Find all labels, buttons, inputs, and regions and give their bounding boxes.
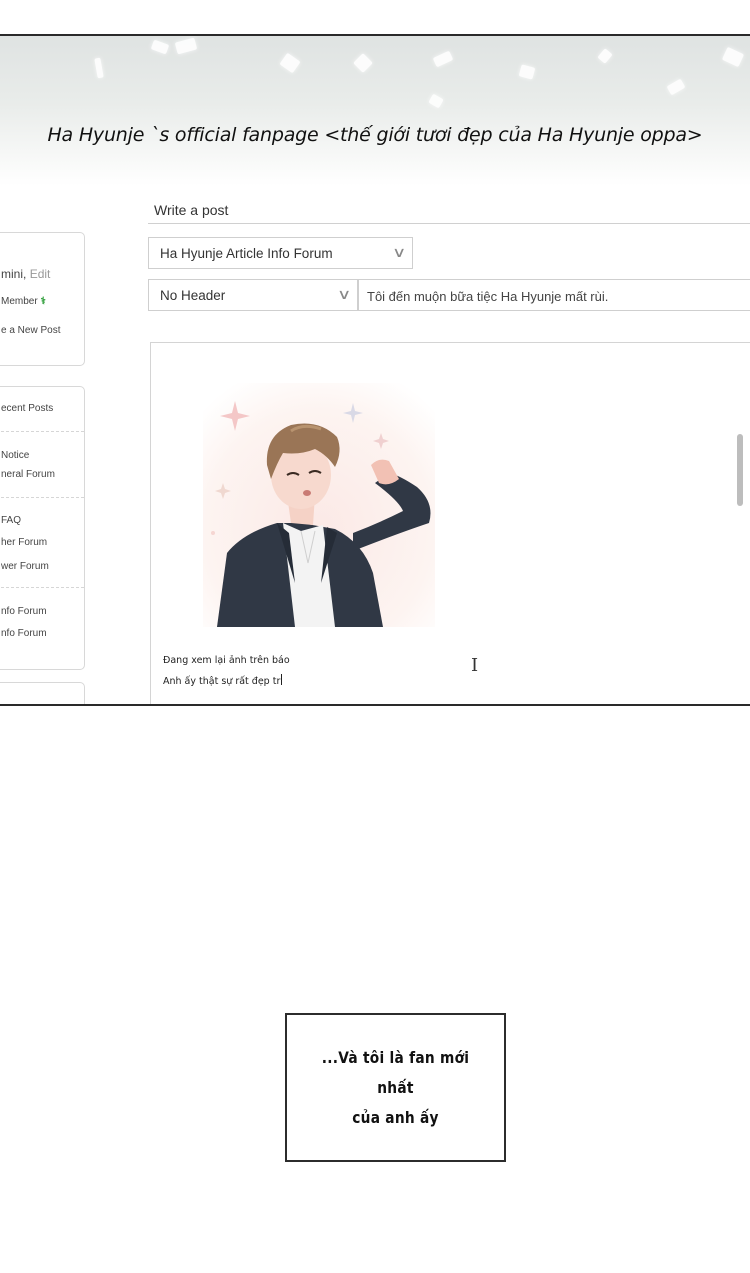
petal-decoration <box>432 50 454 68</box>
post-editor[interactable]: Đang xem lại ảnh trên báo Anh ấy thật sự… <box>150 342 750 704</box>
profile-card: mini, Edit Member ⚕ e a New Post <box>0 232 85 366</box>
narration-box: ...Và tôi là fan mới nhất của anh ấy <box>285 1013 506 1162</box>
sidebar-item-recent-posts[interactable]: ecent Posts <box>1 403 53 414</box>
narration-text: ...Và tôi là fan mới nhất của anh ấy <box>302 1043 489 1133</box>
sidebar-card <box>0 682 85 704</box>
fanpage-banner: Ha Hyunje `s official fanpage <thế giới … <box>0 36 750 186</box>
sidebar-item-info-forum-2[interactable]: nfo Forum <box>1 628 47 639</box>
member-label: Member <box>1 296 38 307</box>
chevron-down-icon: ∨ <box>336 286 352 302</box>
forum-select[interactable]: Ha Hyunje Article Info Forum ∨ <box>148 237 413 269</box>
petal-decoration <box>518 64 536 80</box>
forum-select-value: Ha Hyunje Article Info Forum <box>160 246 333 261</box>
forum-menu-card: ecent Posts Notice neral Forum FAQ her F… <box>0 386 85 670</box>
write-post-heading: Write a post <box>154 202 229 218</box>
sidebar-item-info-forum[interactable]: nfo Forum <box>1 606 47 617</box>
chevron-down-icon: ∨ <box>391 244 407 260</box>
text-cursor <box>281 674 283 685</box>
post-body-line: Đang xem lại ảnh trên báo <box>163 655 290 666</box>
banner-caption: Ha Hyunje `s official fanpage <thế giới … <box>47 124 703 146</box>
header-select-value: No Header <box>160 288 226 303</box>
comic-panel: Ha Hyunje `s official fanpage <thế giới … <box>0 34 750 706</box>
sidebar-item-general-forum[interactable]: neral Forum <box>1 469 55 480</box>
sidebar-item-faq[interactable]: FAQ <box>1 515 21 526</box>
post-title-value: Tôi đến muộn bữa tiệc Ha Hyunje mất rùi. <box>367 289 609 304</box>
petal-decoration <box>666 78 686 96</box>
petal-decoration <box>428 93 444 109</box>
post-body-line: Anh ấy thật sự rất đẹp tr <box>163 674 283 687</box>
petal-decoration <box>279 52 301 74</box>
sidebar-item-other-forum[interactable]: her Forum <box>1 537 47 548</box>
write-new-post-link[interactable]: e a New Post <box>1 325 60 336</box>
header-select[interactable]: No Header ∨ <box>148 279 358 311</box>
divider <box>1 497 84 498</box>
petal-decoration <box>94 57 104 79</box>
petal-decoration <box>174 37 198 55</box>
divider <box>148 223 750 224</box>
petal-decoration <box>353 53 373 73</box>
sprout-icon: ⚕ <box>40 296 46 307</box>
inserted-photo <box>203 383 435 627</box>
petal-decoration <box>597 48 613 64</box>
profile-name: mini, <box>1 267 27 281</box>
petal-decoration <box>721 46 745 68</box>
petal-decoration <box>150 39 170 55</box>
sidebar-item-power-forum[interactable]: wer Forum <box>1 561 49 572</box>
post-title-input[interactable]: Tôi đến muộn bữa tiệc Ha Hyunje mất rùi. <box>358 279 750 311</box>
ibeam-cursor-icon: I <box>471 655 479 676</box>
narration-line: ...Và tôi là fan mới nhất <box>321 1047 470 1097</box>
divider <box>1 431 84 432</box>
divider <box>1 587 84 588</box>
narration-line: của anh ấy <box>352 1107 439 1127</box>
scrollbar[interactable] <box>737 434 743 506</box>
edit-link[interactable]: Edit <box>30 267 51 281</box>
sidebar-item-notice[interactable]: Notice <box>1 450 29 461</box>
